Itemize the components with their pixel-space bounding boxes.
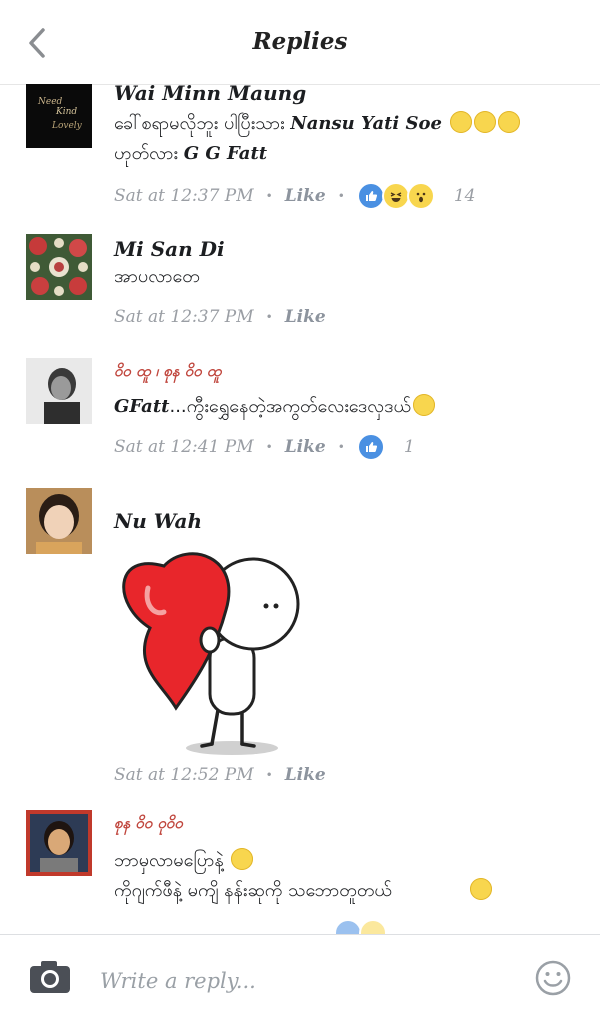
mention-tag[interactable]: G G Fatt — [184, 143, 267, 164]
comment-text-part: ဟုတ်လား — [114, 143, 178, 164]
tongue-emoji-icon — [469, 878, 492, 900]
commenter-name[interactable]: ဝိဝ ထူ ၊ စုန ဝိဝ ထူ — [114, 358, 584, 384]
comment-body: Sat at 12:52 PM • Like — [114, 760, 584, 790]
reactions-summary[interactable]: 1 — [356, 433, 415, 461]
grin-emoji-icon — [497, 111, 520, 133]
avatar[interactable] — [26, 234, 92, 300]
separator-dot: • — [337, 440, 345, 454]
separator-dot: • — [265, 768, 273, 782]
like-button[interactable]: Like — [285, 186, 326, 206]
comment-meta — [114, 918, 584, 934]
avatar[interactable]: Need Kind Lovely — [26, 84, 92, 148]
comment-text: ဘာမှလာမပြောနဲ့ ကိုဂျက်ဖီနဲ့ မကျိ နန်းဆုက… — [114, 846, 584, 906]
commenter-name[interactable]: Mi San Di — [114, 236, 584, 262]
commenter-name[interactable]: Wai Minn Maung — [114, 84, 584, 106]
like-reaction-icon — [334, 919, 362, 934]
comment-meta: Sat at 12:37 PM • Like • 14 — [114, 181, 584, 211]
heart-sticker[interactable] — [118, 548, 318, 760]
laughing-emoji-icon — [412, 394, 435, 416]
comment-body: စုန ဝိဝ ဝုဝိဝ ဘာမှလာမပြောနဲ့ ကိုဂျက်ဖီနဲ… — [114, 810, 584, 934]
like-reaction-icon — [356, 182, 385, 210]
mention-tag[interactable]: GFatt — [114, 396, 169, 417]
comment-body: ဝိဝ ထူ ၊ စုန ဝိဝ ထူ GFatt...ကွီးရွှေနေတဲ… — [114, 358, 584, 462]
comment-text-part: ...ကွီးရွှေနေတဲ့အကွတ်လေးဒေလှဒယ် — [169, 396, 411, 417]
separator-dot: • — [337, 189, 345, 203]
separator-dot: • — [265, 310, 273, 324]
comment-body: Wai Minn Maung ခေါ်စရာမလိုဘူး ပါပြီးသား … — [114, 84, 584, 211]
like-button[interactable]: Like — [285, 765, 326, 785]
svg-text:Lovely: Lovely — [51, 121, 83, 131]
header-bar: Replies — [0, 0, 600, 85]
comment-timestamp: Sat at 12:37 PM — [114, 186, 254, 206]
emoji-button[interactable] — [534, 959, 572, 1001]
camera-button[interactable] — [28, 959, 72, 999]
avatar[interactable] — [26, 488, 92, 554]
grin-emoji-icon — [473, 111, 496, 133]
reaction-count: 1 — [403, 437, 415, 457]
comment-meta: Sat at 12:41 PM • Like • 1 — [114, 432, 584, 462]
comment-text-part: ခေါ်စရာမလိုဘူး ပါပြီးသား — [114, 113, 285, 134]
smiley-icon — [535, 960, 571, 996]
slight-smile-emoji-icon — [231, 848, 254, 870]
separator-dot: • — [265, 440, 273, 454]
comment-body: Nu Wah — [114, 508, 584, 534]
grin-emoji-icon — [449, 111, 472, 133]
comment-meta: Sat at 12:37 PM • Like — [114, 302, 584, 332]
wow-reaction-icon — [406, 182, 435, 210]
reactions-summary[interactable]: 14 — [356, 182, 476, 210]
like-reaction-icon — [356, 433, 385, 461]
page-title: Replies — [252, 28, 348, 55]
comment-timestamp: Sat at 12:52 PM — [114, 765, 254, 785]
avatar[interactable] — [26, 358, 92, 424]
replies-list: Need Kind Lovely Wai Minn Maung ခေါ်စရာမ… — [0, 84, 600, 934]
like-button[interactable]: Like — [285, 307, 326, 327]
reply-input[interactable] — [98, 963, 522, 999]
reaction-count: 14 — [453, 186, 476, 206]
comment-text-part: ဘာမှလာမပြောနဲ့ — [114, 850, 224, 871]
like-button[interactable]: Like — [285, 437, 326, 457]
comment-timestamp: Sat at 12:37 PM — [114, 307, 254, 327]
laugh-reaction-icon — [359, 919, 387, 934]
comment-body: Mi San Di အာပလာတေ Sat at 12:37 PM • Like — [114, 236, 584, 332]
commenter-name[interactable]: စုန ဝိဝ ဝုဝိဝ — [114, 810, 584, 836]
commenter-name[interactable]: Nu Wah — [114, 508, 584, 534]
mention-tag[interactable]: Nansu Yati Soe — [290, 113, 442, 134]
avatar[interactable] — [26, 810, 92, 876]
comment-meta: Sat at 12:52 PM • Like — [114, 760, 584, 790]
comment-text: ခေါ်စရာမလိုဘူး ပါပြီးသား Nansu Yati Soe … — [114, 109, 584, 169]
comment-text-part: ကိုဂျက်ဖီနဲ့ မကျိ နန်းဆုကို သဘောတူတယ် — [114, 880, 392, 901]
svg-text:Kind: Kind — [55, 107, 77, 117]
separator-dot: • — [265, 189, 273, 203]
comment-text: အာပလာတေ — [114, 266, 200, 287]
comment-timestamp: Sat at 12:41 PM — [114, 437, 254, 457]
comment-text: GFatt...ကွီးရွှေနေတဲ့အကွတ်လေးဒေလှဒယ် — [114, 392, 584, 422]
laugh-reaction-icon — [381, 182, 410, 210]
svg-text:Need: Need — [37, 97, 63, 107]
camera-icon — [30, 961, 70, 993]
reply-composer — [0, 934, 600, 1024]
